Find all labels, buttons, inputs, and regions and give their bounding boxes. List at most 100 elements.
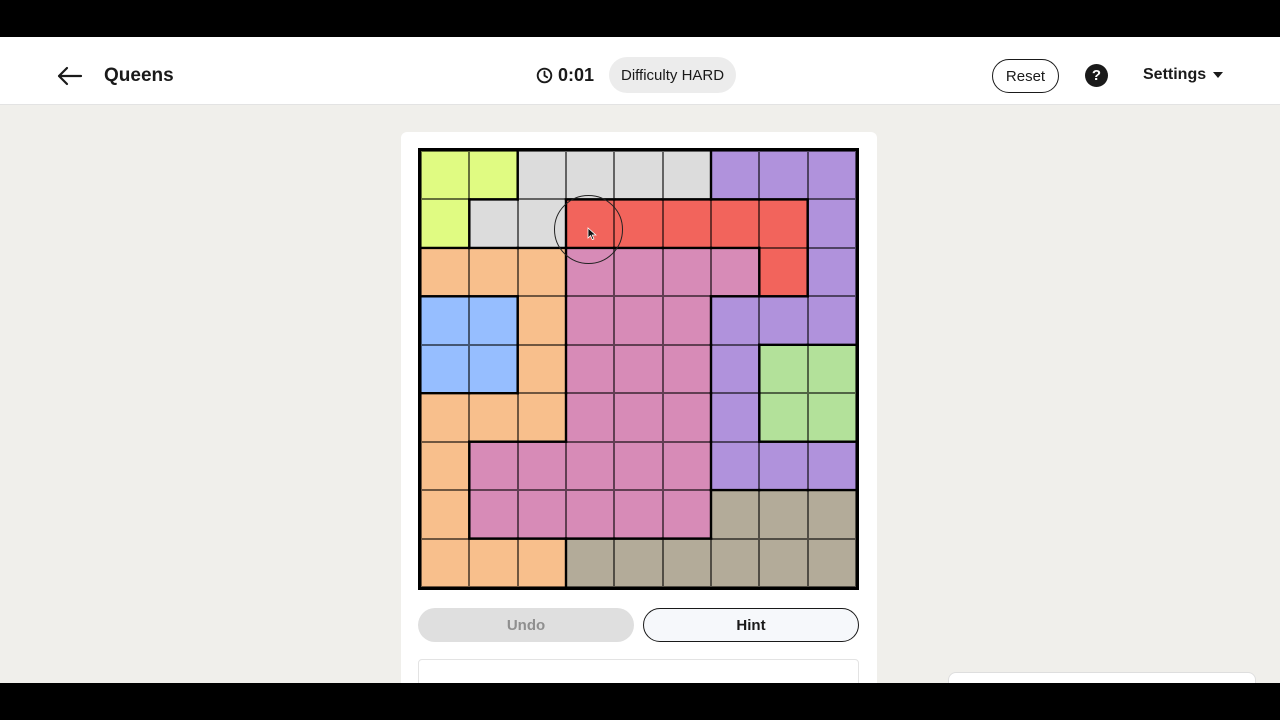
board-cell[interactable] xyxy=(807,441,856,491)
game-header: Queens 0:01 Difficulty HARD Reset ? Sett… xyxy=(0,37,1280,105)
board-cell[interactable] xyxy=(469,538,518,587)
board-cell[interactable] xyxy=(517,344,566,394)
board-cell[interactable] xyxy=(807,199,856,248)
board-cell[interactable] xyxy=(421,441,470,491)
board-cell[interactable] xyxy=(421,344,470,394)
board-cell[interactable] xyxy=(565,247,615,297)
board-cell[interactable] xyxy=(662,490,711,539)
board-grid xyxy=(421,151,856,587)
board-cell[interactable] xyxy=(807,344,856,394)
page-title: Queens xyxy=(104,65,174,86)
board-cell[interactable] xyxy=(710,199,760,248)
board-cell[interactable] xyxy=(710,296,760,345)
board-cell[interactable] xyxy=(469,344,518,394)
board-cell[interactable] xyxy=(565,441,615,491)
board-cell[interactable] xyxy=(565,490,615,539)
floating-widget xyxy=(948,672,1256,683)
board-cell[interactable] xyxy=(807,247,856,297)
board-cell[interactable] xyxy=(517,247,566,297)
app-viewport: Queens 0:01 Difficulty HARD Reset ? Sett… xyxy=(0,37,1280,683)
board-cell[interactable] xyxy=(662,247,711,297)
timer-value: 0:01 xyxy=(558,65,595,85)
board-cell[interactable] xyxy=(710,247,760,297)
board-cell[interactable] xyxy=(517,538,566,587)
back-button[interactable] xyxy=(54,61,84,91)
board-cell[interactable] xyxy=(759,490,808,539)
board-cell[interactable] xyxy=(565,538,615,587)
board-cell[interactable] xyxy=(614,247,663,297)
board-cell[interactable] xyxy=(421,538,470,587)
board-cell[interactable] xyxy=(469,247,518,297)
board-cell[interactable] xyxy=(421,151,470,200)
settings-menu[interactable]: Settings xyxy=(1143,66,1224,84)
board-cell[interactable] xyxy=(807,393,856,442)
clock-icon xyxy=(536,67,553,84)
board-cell[interactable] xyxy=(614,199,663,248)
board-cell[interactable] xyxy=(614,296,663,345)
board-cell[interactable] xyxy=(662,296,711,345)
board-cell[interactable] xyxy=(421,393,470,442)
board-cell[interactable] xyxy=(614,441,663,491)
help-button[interactable]: ? xyxy=(1085,64,1108,87)
arrow-left-icon xyxy=(57,66,83,86)
board-cell[interactable] xyxy=(421,247,470,297)
board-cell[interactable] xyxy=(469,199,518,248)
caret-down-icon xyxy=(1213,72,1224,78)
board-cell[interactable] xyxy=(759,393,808,442)
board-cell[interactable] xyxy=(759,344,808,394)
board-cell[interactable] xyxy=(517,441,566,491)
board-cell[interactable] xyxy=(565,296,615,345)
board-cell[interactable] xyxy=(614,344,663,394)
board-cell[interactable] xyxy=(710,393,760,442)
board-cell[interactable] xyxy=(662,393,711,442)
board-cell[interactable] xyxy=(469,296,518,345)
board-cell[interactable] xyxy=(710,151,760,200)
board-cell[interactable] xyxy=(759,247,808,297)
board-cell[interactable] xyxy=(517,151,566,200)
board-cell[interactable] xyxy=(759,151,808,200)
board-cell[interactable] xyxy=(614,538,663,587)
question-icon: ? xyxy=(1091,67,1102,84)
board-cell[interactable] xyxy=(517,490,566,539)
timer: 0:01 xyxy=(536,65,594,86)
board-cell[interactable] xyxy=(807,538,856,587)
hint-button[interactable]: Hint xyxy=(643,608,859,642)
board-cell[interactable] xyxy=(565,199,615,248)
board-cell[interactable] xyxy=(469,393,518,442)
board-cell[interactable] xyxy=(565,151,615,200)
board-cell[interactable] xyxy=(662,199,711,248)
board-cell[interactable] xyxy=(710,490,760,539)
board-cell[interactable] xyxy=(469,490,518,539)
board-cell[interactable] xyxy=(662,151,711,200)
board-cell[interactable] xyxy=(662,344,711,394)
board-cell[interactable] xyxy=(759,296,808,345)
board-cell[interactable] xyxy=(710,441,760,491)
board-cell[interactable] xyxy=(469,441,518,491)
board-cell[interactable] xyxy=(807,296,856,345)
board-cell[interactable] xyxy=(614,490,663,539)
board-cell[interactable] xyxy=(759,199,808,248)
board-cell[interactable] xyxy=(517,296,566,345)
board-cell[interactable] xyxy=(517,393,566,442)
board-cell[interactable] xyxy=(517,199,566,248)
settings-label: Settings xyxy=(1143,66,1207,83)
board-cell[interactable] xyxy=(710,344,760,394)
board-cell[interactable] xyxy=(662,538,711,587)
board-cell[interactable] xyxy=(807,151,856,200)
queens-board xyxy=(418,148,859,590)
undo-button[interactable]: Undo xyxy=(418,608,634,642)
board-cell[interactable] xyxy=(469,151,518,200)
board-cell[interactable] xyxy=(759,441,808,491)
board-cell[interactable] xyxy=(614,393,663,442)
board-cell[interactable] xyxy=(807,490,856,539)
board-cell[interactable] xyxy=(421,296,470,345)
reset-button[interactable]: Reset xyxy=(992,59,1059,93)
board-cell[interactable] xyxy=(565,393,615,442)
board-cell[interactable] xyxy=(614,151,663,200)
board-cell[interactable] xyxy=(759,538,808,587)
board-cell[interactable] xyxy=(565,344,615,394)
board-cell[interactable] xyxy=(662,441,711,491)
board-cell[interactable] xyxy=(710,538,760,587)
board-cell[interactable] xyxy=(421,199,470,248)
board-cell[interactable] xyxy=(421,490,470,539)
